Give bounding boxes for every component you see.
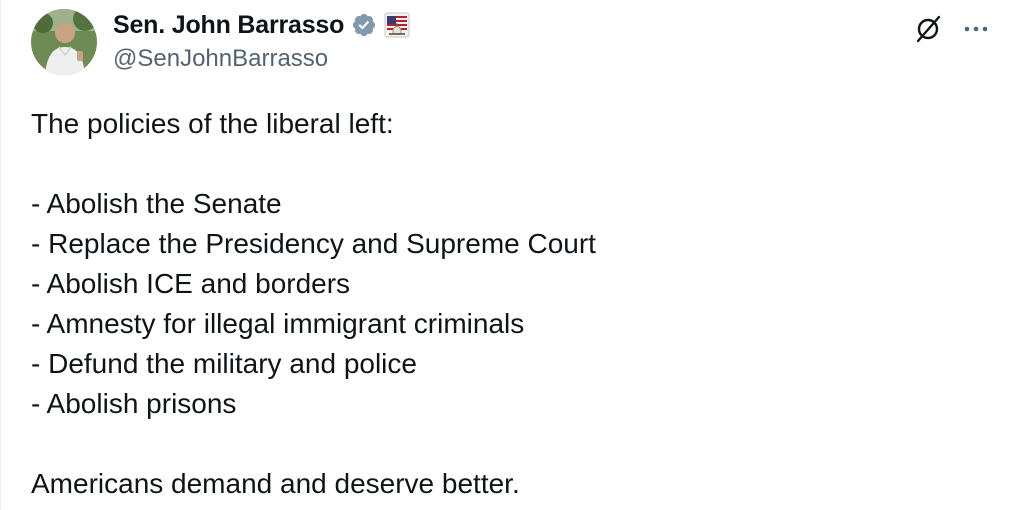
more-options-icon[interactable] bbox=[959, 12, 993, 46]
grok-icon[interactable] bbox=[911, 12, 945, 46]
author-handle[interactable]: @SenJohnBarrasso bbox=[113, 45, 328, 73]
tweet-closing: Americans demand and deserve better. bbox=[31, 468, 520, 499]
tweet-list-item: - Defund the military and police bbox=[31, 348, 417, 379]
profile-photo bbox=[31, 9, 97, 75]
display-name[interactable]: Sen. John Barrasso bbox=[113, 11, 344, 40]
tweet-text: The policies of the liberal left: - Abol… bbox=[31, 104, 991, 504]
tweet-list-item: - Abolish prisons bbox=[31, 388, 237, 419]
verified-badge-icon[interactable] bbox=[351, 12, 377, 38]
tweet-card[interactable]: Sen. John Barrasso @SenJohnBarrasso The … bbox=[0, 0, 1016, 510]
tweet-list-item: - Amnesty for illegal immigrant criminal… bbox=[31, 308, 525, 339]
tweet-list-item: - Abolish ICE and borders bbox=[31, 268, 351, 299]
author-name-row: Sen. John Barrasso bbox=[113, 8, 410, 42]
tweet-list-item: - Replace the Presidency and Supreme Cou… bbox=[31, 228, 596, 259]
avatar[interactable] bbox=[31, 9, 97, 75]
us-capitol-flag-icon[interactable] bbox=[384, 12, 410, 38]
tweet-intro: The policies of the liberal left: bbox=[31, 108, 394, 139]
tweet-list-item: - Abolish the Senate bbox=[31, 188, 282, 219]
